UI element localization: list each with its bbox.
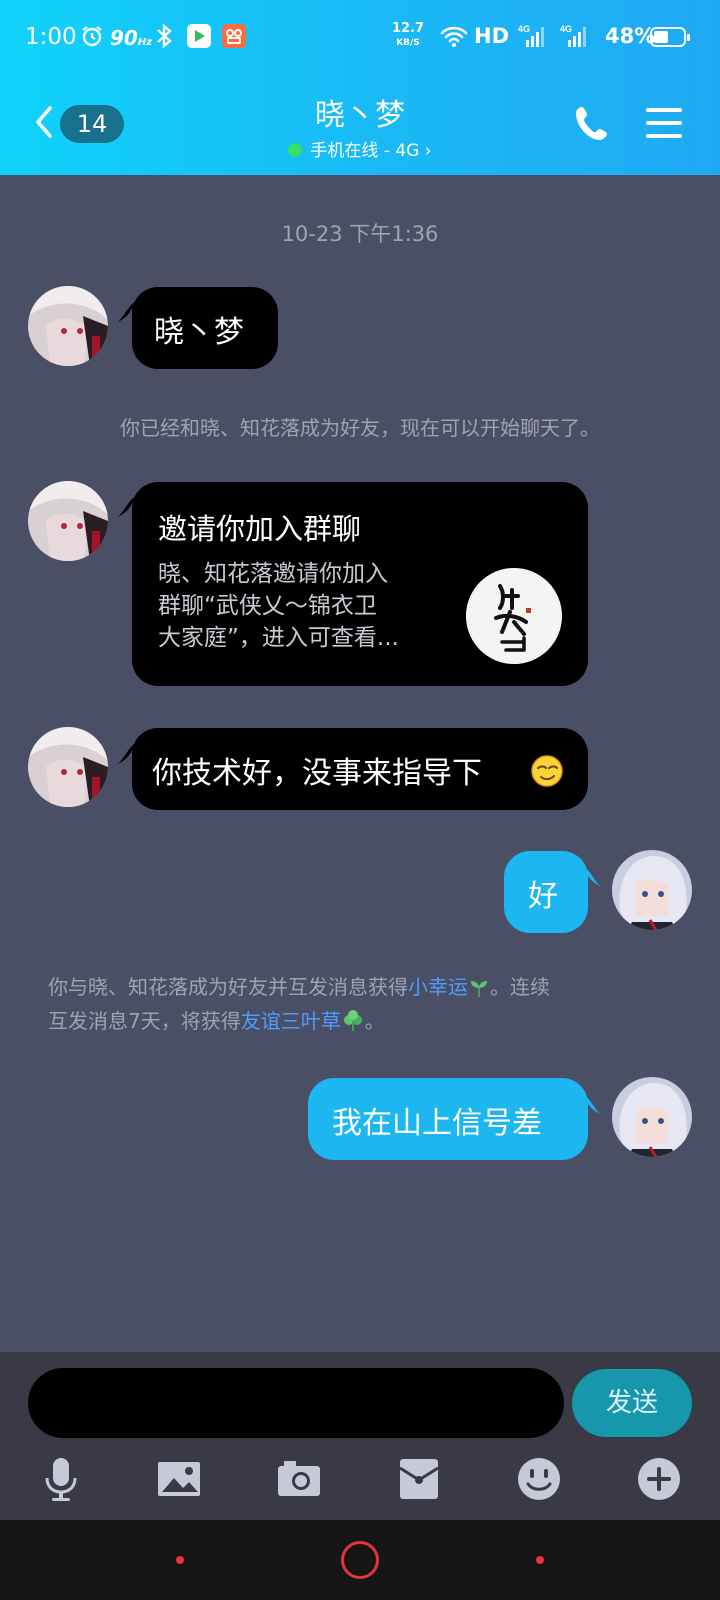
alarm-icon (82, 26, 102, 47)
hd-indicator: HD (474, 24, 510, 48)
outgoing-message[interactable]: 我在山上信号差 (308, 1078, 588, 1160)
group-invite-card[interactable]: 邀请你加入群聊 晓、知花落邀请你加入 群聊“武侠乂～锦衣卫 大家庭”，进入可查看… (132, 482, 588, 686)
back-icon[interactable] (30, 102, 58, 142)
image-icon[interactable] (156, 1456, 202, 1502)
invite-title: 邀请你加入群聊 (158, 512, 362, 546)
svg-text:4G: 4G (560, 24, 572, 34)
app-notification-icon (222, 24, 246, 48)
phone-icon[interactable] (574, 104, 612, 142)
red-packet-icon[interactable] (396, 1456, 442, 1502)
system-reward-message: 你与晓、知花落成为好友并互发消息获得小幸运 。连续 互发消息7天，将获得友谊三叶草… (48, 975, 550, 1033)
contact-name[interactable]: 晓丶梦 (210, 90, 510, 134)
svg-text:4G: 4G (518, 24, 530, 34)
clover-icon (343, 1010, 362, 1031)
incoming-message[interactable]: 晓丶梦 (132, 287, 278, 369)
message-text: 好 (528, 879, 558, 914)
back-button[interactable] (536, 1556, 544, 1564)
battery-icon (650, 27, 690, 47)
message-text: 我在山上信号差 (332, 1106, 542, 1141)
my-avatar[interactable] (612, 1077, 692, 1157)
message-text: 晓丶梦 (154, 315, 244, 350)
microphone-icon[interactable] (38, 1456, 84, 1502)
bluetooth-icon (157, 23, 172, 49)
status-bar: 1:00 90Hz 12.7 KB/S HD 4G 4G 48% (0, 0, 720, 74)
network-speed: 12.7 KB/S (391, 21, 425, 49)
contact-avatar[interactable] (28, 481, 108, 561)
message-timestamp: 10-23 下午1:36 (281, 222, 439, 246)
unread-count-badge[interactable]: 14 (60, 105, 124, 143)
plus-icon[interactable] (636, 1456, 682, 1502)
incoming-message[interactable]: 你技术好，没事来指导下 (132, 728, 588, 810)
my-avatar[interactable] (612, 850, 692, 930)
send-button[interactable]: 发送 (572, 1369, 692, 1437)
battery-percent: 48% (605, 24, 656, 48)
bubble-tail (584, 866, 600, 886)
home-button[interactable] (341, 1541, 379, 1579)
bubble-tail (584, 1094, 600, 1114)
wifi-icon (440, 26, 468, 47)
chevron-right-icon: › (424, 141, 432, 161)
header: 1:00 90Hz 12.7 KB/S HD 4G 4G 48% 14 晓丶梦 … (0, 0, 720, 175)
signal-icon: 4G (518, 24, 544, 47)
little-luck-link[interactable]: 小幸运 (408, 975, 468, 999)
sprout-icon (471, 981, 487, 997)
menu-icon[interactable] (644, 106, 684, 140)
contact-avatar[interactable] (28, 727, 108, 807)
smirk-emoji-icon (531, 755, 563, 787)
online-dot-icon (288, 143, 303, 157)
message-text: 你技术好，没事来指导下 (152, 756, 482, 791)
emoji-icon[interactable] (516, 1456, 562, 1502)
group-logo-image (466, 568, 562, 664)
message-composer: 发送 (0, 1352, 720, 1520)
status-time: 1:00 (25, 24, 77, 50)
refresh-rate: 90Hz (110, 26, 153, 50)
invite-description: 晓、知花落邀请你加入 群聊“武侠乂～锦衣卫 大家庭”，进入可查看... (158, 561, 399, 651)
recent-apps-button[interactable] (176, 1556, 184, 1564)
signal-icon: 4G (560, 24, 586, 47)
online-status[interactable]: 手机在线 - 4G › (210, 136, 510, 161)
message-input[interactable] (28, 1368, 564, 1438)
outgoing-message[interactable]: 好 (504, 851, 588, 933)
chat-nav-bar: 14 晓丶梦 手机在线 - 4G › (0, 74, 720, 175)
camera-icon[interactable] (276, 1456, 322, 1502)
app-notification-icon (187, 24, 211, 48)
system-message: 你已经和晓、知花落成为好友，现在可以开始聊天了。 (120, 416, 600, 440)
friendship-clover-link[interactable]: 友谊三叶草 (241, 1009, 341, 1033)
system-navigation-bar (0, 1520, 720, 1600)
contact-avatar[interactable] (28, 286, 108, 366)
